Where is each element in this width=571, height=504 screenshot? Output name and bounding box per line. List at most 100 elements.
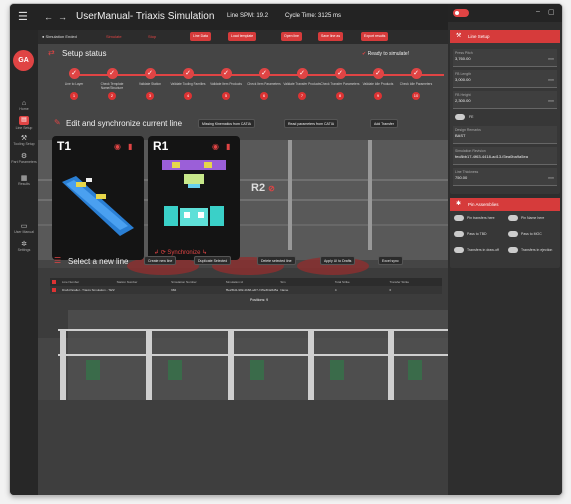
book-icon: ▭ xyxy=(20,223,28,230)
cycle-time: Cycle Time: 3125 ms xyxy=(285,13,342,19)
table-row[interactable]: Draft-Parallel - Triaxis Simulation - TE… xyxy=(50,286,442,294)
line-spm: Line SPM: 19.2 xyxy=(227,13,269,19)
rail-item-part-parameters[interactable]: ⚙ Part Parameters xyxy=(11,152,37,164)
main-area: ● Simulation Ended Simulate Stop Line Da… xyxy=(38,30,448,495)
delete-selected-line-button[interactable]: Delete selected line xyxy=(257,256,296,265)
check-icon: ✓ xyxy=(106,68,118,79)
rail-item-home[interactable]: ⌂ Home xyxy=(11,100,37,111)
check-icon: ✓ xyxy=(372,68,384,79)
line-thickness-field[interactable]: Line Thickness 750.00 mm xyxy=(453,168,557,186)
app-title: UserManual- Triaxis Simulation xyxy=(76,11,215,22)
check-icon: ✓ xyxy=(182,68,194,79)
step-badge: 5 xyxy=(222,92,230,100)
step-badge: 9 xyxy=(374,92,382,100)
col-simulation-number[interactable]: Simulation Number xyxy=(169,278,224,286)
maximize-icon[interactable]: ▢ xyxy=(548,8,555,16)
excel-sync-button[interactable]: Excel sync xyxy=(378,256,403,265)
col-station-number[interactable]: Station Number xyxy=(115,278,170,286)
rail-item-settings[interactable]: ✲ Settings xyxy=(11,240,37,252)
pin-option-1[interactable]: Pin transfers here xyxy=(454,215,495,221)
factory-icon: ▤ xyxy=(19,116,29,125)
col-sim[interactable]: Sim xyxy=(278,278,333,286)
panel-toggle[interactable] xyxy=(453,9,469,17)
station-r2[interactable]: R2 ⊘ xyxy=(251,182,275,194)
check-icon: ✓ xyxy=(410,68,422,79)
load-template-button[interactable]: Load template xyxy=(228,32,257,41)
step-badge: 4 xyxy=(184,92,192,100)
col-transfer-strike[interactable]: Transfer Strike xyxy=(387,278,442,286)
table-header: Line Number Station Number Simulation Nu… xyxy=(50,278,442,286)
select-all-checkbox[interactable] xyxy=(50,278,60,286)
step-label: Check Idle Parameters xyxy=(399,82,433,86)
eye-icon[interactable]: ◉ xyxy=(114,142,121,151)
transfer-preview xyxy=(62,176,134,236)
delete-icon[interactable]: ▮ xyxy=(226,142,230,151)
design-remarks-field[interactable]: Design Remarks BAST xyxy=(453,126,557,144)
add-transfer-button[interactable]: Add Transfer xyxy=(370,119,399,128)
minimize-icon[interactable]: – xyxy=(536,8,540,15)
simulate-link[interactable]: Simulate xyxy=(106,34,122,39)
step-badge: 7 xyxy=(298,92,306,100)
pin-assemblies-header[interactable]: ✱ Pin Assemblies xyxy=(450,198,560,211)
app-window: ☰ ← → UserManual- Triaxis Simulation Lin… xyxy=(10,4,562,495)
step-badge: 8 xyxy=(336,92,344,100)
fe-toggle[interactable] xyxy=(455,114,465,120)
pin-option-2[interactable]: Pin Name here xyxy=(508,215,544,221)
open-line-button[interactable]: Open line xyxy=(281,32,302,41)
press-pitch-field[interactable]: Press Pitch 3,760.00 mm xyxy=(453,49,557,67)
line-data-button[interactable]: Line Data xyxy=(190,32,211,41)
check-icon: ✓ xyxy=(220,68,232,79)
edit-section-title: Edit and synchronize current line xyxy=(66,119,183,128)
pin-option-6[interactable]: Transfers in ejection xyxy=(508,247,552,253)
edit-bar: ✎ Edit and synchronize current line Miss… xyxy=(54,117,442,130)
fb-length-field[interactable]: FB Length 3,000.00 mm xyxy=(453,70,557,88)
select-line-bar: ☰ Select a new line Create new line Dupl… xyxy=(54,254,442,268)
read-parameters-button[interactable]: Read parameters from CATIA xyxy=(284,119,339,128)
fb-height-field[interactable]: FB Height 2,300.00 mm xyxy=(453,91,557,109)
station-card-t1[interactable]: T1 ◉ ▮ xyxy=(52,136,144,260)
card-name: T1 xyxy=(57,139,72,153)
pin-option-5[interactable]: Transfers in draw-off xyxy=(454,247,499,253)
forward-arrow-icon[interactable]: → xyxy=(58,4,67,30)
check-icon: ✓ xyxy=(258,68,270,79)
rail-item-user-manual[interactable]: ▭ User Manual xyxy=(11,222,37,234)
back-arrow-icon[interactable]: ← xyxy=(44,4,53,30)
rail-item-tooling-setup[interactable]: ⚒ Tooling Setup xyxy=(11,134,37,146)
tool-icon: ⚒ xyxy=(20,135,28,142)
check-icon: ✓ xyxy=(68,68,80,79)
pin-option-3[interactable]: Pass to TBD xyxy=(454,231,487,237)
delete-icon[interactable]: ▮ xyxy=(128,142,132,151)
row-checkbox[interactable] xyxy=(50,286,60,294)
line-setup-card: ⚒ Line Setup Press Pitch 3,760.00 mm FB … xyxy=(450,30,560,194)
col-total-strike[interactable]: Total Strike xyxy=(333,278,388,286)
pin-option-4[interactable]: Pass to MOC xyxy=(508,231,542,237)
check-icon: ✓ xyxy=(296,68,308,79)
stop-link[interactable]: Stop xyxy=(148,34,156,39)
step-badge: 6 xyxy=(260,92,268,100)
eye-off-icon[interactable]: ⊘ xyxy=(268,184,275,193)
simulation-revision-field[interactable]: Simulation Revision fec8bb17-4f63-4418-a… xyxy=(453,147,557,165)
positions-count: Positions: 9 xyxy=(250,298,269,302)
missing-kinematics-button[interactable]: Missing Kinematics from CATIA xyxy=(198,119,255,128)
part-icon: ⚙ xyxy=(20,153,28,160)
col-simulation-id[interactable]: Simulation id xyxy=(224,278,279,286)
rail-item-line-setup[interactable]: ▤ Line Setup xyxy=(11,116,37,130)
create-new-line-button[interactable]: Create new line xyxy=(144,256,177,265)
setup-step[interactable]: ✓ Check Idle Parameters 10 xyxy=(394,68,438,100)
export-results-button[interactable]: Export results xyxy=(361,32,389,41)
duplicate-selected-button[interactable]: Duplicate Selected xyxy=(194,256,232,265)
left-rail: GA ⌂ Home ▤ Line Setup ⚒ Tooling Setup ⚙… xyxy=(10,30,38,495)
save-line-as-button[interactable]: Save line as xyxy=(318,32,344,41)
apply-ui-to-drafts-button[interactable]: Apply UI to Drafts xyxy=(320,256,356,265)
main-toolbar: ● Simulation Ended Simulate Stop Line Da… xyxy=(38,30,448,44)
station-card-r1[interactable]: R1 ◉ ▮ ↲ ⟳ Synchronize ↳ xyxy=(148,136,240,260)
robot-preview xyxy=(162,160,226,226)
menu-icon[interactable]: ☰ xyxy=(18,4,28,30)
check-icon: ✓ xyxy=(334,68,346,79)
select-line-title: Select a new line xyxy=(68,257,129,266)
line-setup-header[interactable]: ⚒ Line Setup xyxy=(450,30,560,43)
rail-item-results[interactable]: ▦ Results xyxy=(11,174,37,186)
eye-icon[interactable]: ◉ xyxy=(212,142,219,151)
col-line-number[interactable]: Line Number xyxy=(60,278,115,286)
ready-status: ✔ Ready to simulate! xyxy=(362,51,410,57)
